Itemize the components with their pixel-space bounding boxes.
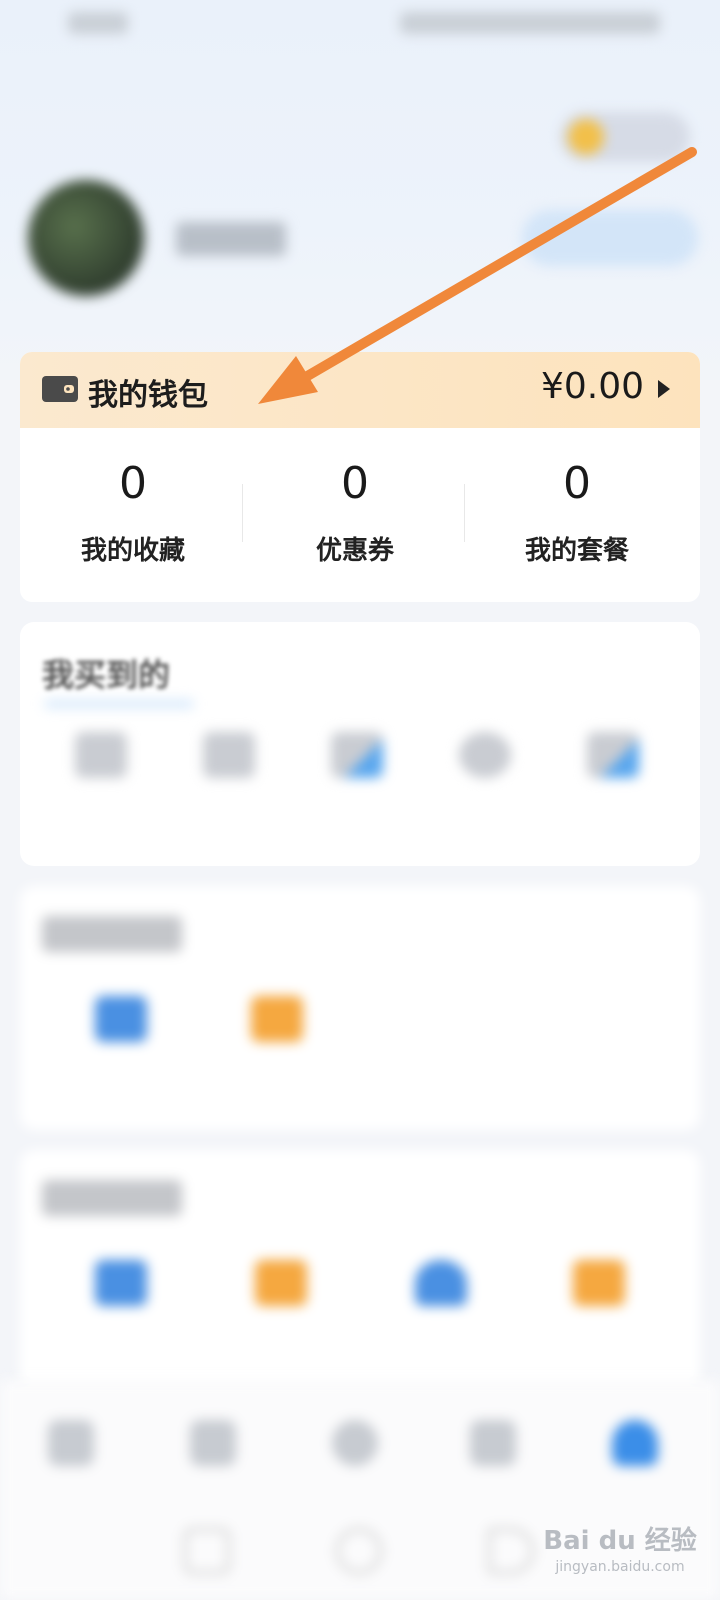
- order-icon: [75, 732, 127, 778]
- nav-label: [590, 1476, 680, 1500]
- stat-label: 我的收藏: [80, 536, 185, 566]
- grid-item[interactable]: [420, 732, 550, 820]
- purchased-card: 我买到的: [20, 622, 700, 866]
- grid-label: [56, 1322, 186, 1348]
- grid-label: [420, 794, 550, 820]
- watermark: Bai du 经验 jingyan.baidu.com: [540, 1520, 700, 1590]
- watermark-brand: Bai du 经验: [543, 1526, 697, 1556]
- refund-icon: [459, 732, 511, 778]
- status-icons: [400, 12, 660, 34]
- grid-item[interactable]: [292, 732, 422, 820]
- status-time: [68, 12, 128, 34]
- grid-item[interactable]: [548, 732, 678, 820]
- system-recent-button[interactable]: [184, 1528, 230, 1574]
- purchased-title: 我买到的: [42, 656, 171, 694]
- grid-item[interactable]: [376, 1260, 506, 1348]
- grid-label: [36, 794, 166, 820]
- message-icon: [251, 996, 303, 1042]
- user-icon: [612, 1420, 658, 1466]
- vip-button[interactable]: [522, 210, 698, 266]
- member-points-pill[interactable]: [560, 112, 690, 162]
- grid-item[interactable]: [216, 1260, 346, 1348]
- grid-label: [216, 1322, 346, 1348]
- grid-label: [376, 1322, 506, 1348]
- grid-label: [534, 1322, 664, 1348]
- news-icon: [190, 1420, 236, 1466]
- nav-label: [26, 1476, 116, 1500]
- status-bar: [0, 0, 720, 50]
- wallet-balance: ¥0.00: [540, 366, 644, 407]
- grid-label: [164, 794, 294, 820]
- folder-icon: [255, 1260, 307, 1306]
- services-card: [20, 886, 700, 1130]
- chevron-right-icon: [658, 380, 670, 398]
- wallet-header[interactable]: 我的钱包 ¥0.00: [20, 352, 700, 428]
- grid-label: [56, 1058, 186, 1084]
- grid-item[interactable]: [56, 1260, 186, 1348]
- nav-item-mine[interactable]: [590, 1420, 680, 1500]
- title-underline: [44, 700, 194, 708]
- system-back-button[interactable]: [488, 1528, 534, 1574]
- watermark-url: jingyan.baidu.com: [555, 1559, 685, 1575]
- stat-label: 优惠券: [315, 536, 394, 566]
- discover-icon: [332, 1420, 378, 1466]
- document-icon: [95, 996, 147, 1042]
- nav-item-messages[interactable]: [448, 1420, 538, 1500]
- stat-label: 我的套餐: [524, 536, 629, 566]
- home-icon: [48, 1420, 94, 1466]
- nav-item-news[interactable]: [168, 1420, 258, 1500]
- grid-item[interactable]: [56, 996, 186, 1084]
- more-services-card: [20, 1150, 700, 1390]
- grid-label: [292, 794, 422, 820]
- grid-item[interactable]: [164, 732, 294, 820]
- grid-item[interactable]: [212, 996, 342, 1084]
- stat-favorites[interactable]: 0 我的收藏: [20, 462, 246, 567]
- grid-item[interactable]: [36, 732, 166, 820]
- wallet-icon: [42, 376, 78, 402]
- username: [176, 222, 286, 256]
- wallet-title: 我的钱包: [88, 378, 208, 413]
- coin-icon: [568, 119, 604, 155]
- box-icon: [95, 1260, 147, 1306]
- nav-item-discover[interactable]: [310, 1420, 400, 1500]
- grid-label: [548, 794, 678, 820]
- nav-label: [448, 1476, 538, 1500]
- card-icon: [573, 1260, 625, 1306]
- stat-value: 0: [563, 458, 591, 509]
- section-title: [42, 1180, 182, 1216]
- stat-packages[interactable]: 0 我的套餐: [464, 462, 690, 567]
- avatar[interactable]: [28, 180, 144, 296]
- message-icon: [470, 1420, 516, 1466]
- nav-label: [310, 1476, 400, 1500]
- stat-value: 0: [341, 458, 369, 509]
- grid-item[interactable]: [534, 1260, 664, 1348]
- section-title: [42, 916, 182, 952]
- ticket-icon: [331, 732, 383, 778]
- nav-label: [168, 1476, 258, 1500]
- home-icon: [415, 1260, 467, 1306]
- grid-label: [212, 1058, 342, 1084]
- receipt-icon: [203, 732, 255, 778]
- wallet-card: 我的钱包 ¥0.00 0 我的收藏 0 优惠券 0 我的套餐: [20, 352, 700, 602]
- list-icon: [587, 732, 639, 778]
- stat-coupons[interactable]: 0 优惠券: [242, 462, 468, 567]
- system-home-button[interactable]: [336, 1528, 382, 1574]
- nav-item-home[interactable]: [26, 1420, 116, 1500]
- stat-value: 0: [119, 458, 147, 509]
